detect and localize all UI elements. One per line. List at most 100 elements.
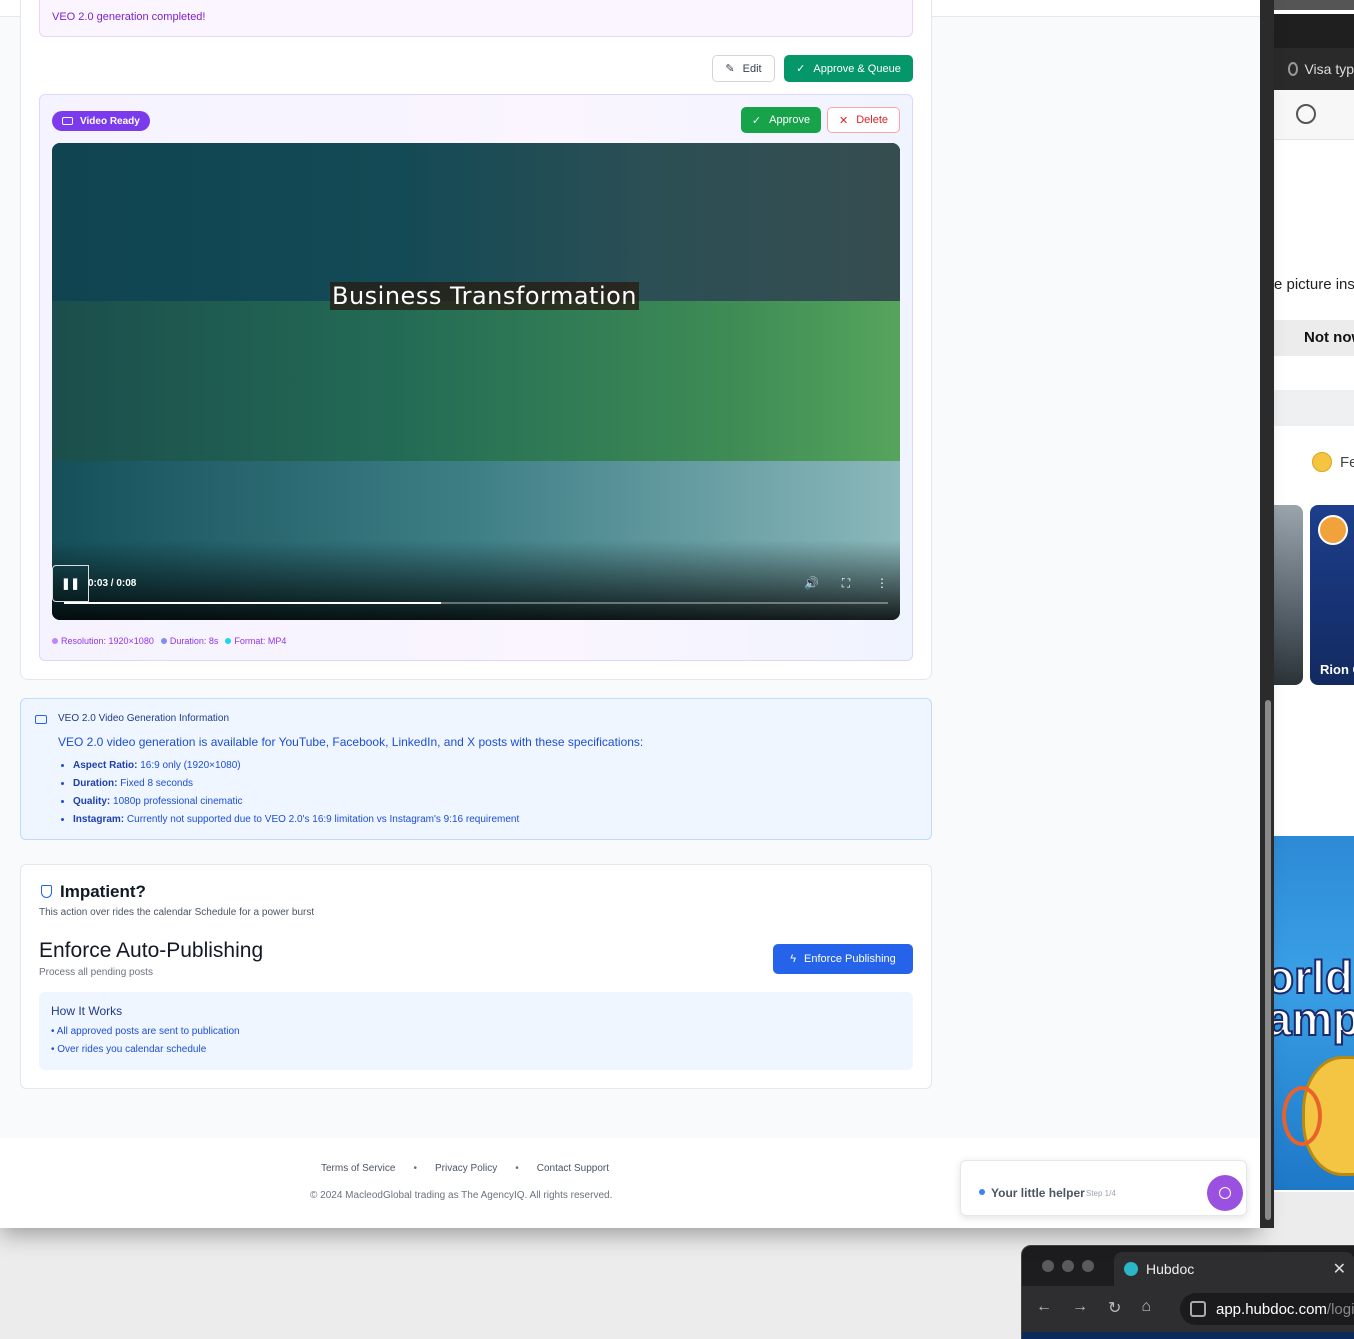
video-time: 0:03 / 0:08: [88, 578, 137, 589]
bg-not-now-bar[interactable]: Not now: [1274, 320, 1354, 356]
info-spec-list: Aspect Ratio: 16:9 only (1920×1080) Dura…: [58, 759, 519, 831]
volume-icon[interactable]: 🔊: [804, 576, 819, 591]
close-icon[interactable]: ✕: [1333, 1259, 1346, 1279]
video-ready-label: Video Ready: [80, 115, 140, 127]
helper-title: Your little helper: [991, 1186, 1085, 1200]
list-item: • All approved posts are sent to publica…: [51, 1026, 240, 1037]
account-icon[interactable]: [1296, 104, 1316, 124]
bg-feel-label: Fe: [1340, 453, 1354, 471]
bg-partial-text: e picture ins: [1274, 276, 1354, 293]
bg-window-titlebar: [1262, 14, 1354, 48]
hubdoc-favicon-icon: [1124, 1262, 1138, 1276]
impatient-card: Impatient? This action over rides the ca…: [20, 864, 932, 1089]
lightning-icon: ϟ: [790, 953, 797, 965]
hubdoc-tab-title: Hubdoc: [1146, 1261, 1195, 1277]
bg-window-tab[interactable]: Visa typ: [1262, 48, 1354, 90]
bg-post-image[interactable]: orld amp: [1262, 836, 1354, 1190]
generation-status-box: VEO 2.0 generation completed!: [39, 0, 913, 37]
list-item: Aspect Ratio: 16:9 only (1920×1080): [73, 759, 519, 777]
privacy-link[interactable]: Privacy Policy: [435, 1163, 497, 1174]
bg-feeling-row[interactable]: Fe: [1312, 452, 1354, 472]
meta-format: Format: MP4: [225, 636, 286, 646]
shield-icon: [41, 885, 52, 898]
video-progress-fill[interactable]: [64, 602, 441, 604]
bg-story-card[interactable]: Rion C: [1310, 505, 1354, 685]
window-controls[interactable]: [1042, 1260, 1094, 1272]
bg-image-text: orld amp: [1265, 951, 1354, 1045]
meta-dot: [225, 638, 232, 644]
video-camera-icon: [35, 715, 47, 724]
meta-dot: [160, 638, 167, 644]
video-ready-badge: Video Ready: [52, 111, 150, 131]
delete-label: Delete: [856, 114, 888, 126]
hubdoc-browser-window: Hubdoc ✕ ← → ↻ ⌂ app.hubdoc.com/logi: [1021, 1245, 1354, 1339]
footer-separator: •: [413, 1163, 417, 1174]
helper-widget[interactable]: Your little helper Step 1/4: [960, 1160, 1247, 1216]
enforce-publishing-button[interactable]: ϟ Enforce Publishing: [773, 944, 913, 974]
terms-link[interactable]: Terms of Service: [321, 1163, 395, 1174]
approve-button[interactable]: ✓ Approve: [741, 107, 821, 133]
scrollbar-thumb[interactable]: [1265, 700, 1271, 1220]
video-controls-shade: [52, 540, 900, 620]
hubdoc-tab[interactable]: Hubdoc ✕: [1114, 1252, 1354, 1286]
copyright-text: © 2024 MacleodGlobal trading as The Agen…: [310, 1190, 613, 1201]
edit-icon: ✎: [725, 63, 735, 75]
list-item: Quality: 1080p professional cinematic: [73, 795, 519, 813]
url-path: /logi: [1326, 1300, 1354, 1318]
bg-image-ring: [1282, 1086, 1322, 1146]
how-it-works-title: How It Works: [51, 1004, 123, 1018]
globe-icon: [1288, 62, 1299, 76]
forward-icon[interactable]: →: [1072, 1298, 1088, 1318]
site-settings-icon[interactable]: [1190, 1301, 1206, 1317]
smile-icon: [1312, 452, 1332, 472]
check-icon: ✓: [751, 114, 762, 127]
enforce-title: Enforce Auto-Publishing: [39, 939, 264, 962]
impatient-title: Impatient?: [60, 882, 146, 901]
bg-window-navbar: [1262, 90, 1354, 140]
footer-separator: •: [515, 1163, 519, 1174]
approve-queue-button[interactable]: ✓ Approve & Queue: [784, 55, 913, 82]
address-bar[interactable]: app.hubdoc.com/logi: [1180, 1293, 1354, 1325]
bg-tab-label: Visa typ: [1304, 61, 1354, 77]
edit-label: Edit: [742, 62, 762, 75]
how-it-works-box: How It Works • All approved posts are se…: [39, 992, 913, 1070]
chat-button[interactable]: [1207, 1175, 1243, 1211]
reload-icon[interactable]: ↻: [1108, 1298, 1121, 1318]
pause-icon: ❚❚: [61, 578, 80, 590]
impatient-subtitle: This action over rides the calendar Sche…: [39, 907, 315, 918]
main-app-window: VEO 2.0 generation completed! ✎ Edit ✓ A…: [0, 0, 1260, 1228]
more-options-icon[interactable]: ⋮: [876, 576, 888, 591]
browser-toolbar: ← → ↻ ⌂ app.hubdoc.com/logi: [1022, 1286, 1354, 1332]
info-title: VEO 2.0 Video Generation Information: [58, 713, 230, 724]
close-icon: ✕: [838, 114, 849, 127]
bg-strip: [1274, 390, 1354, 426]
edit-button[interactable]: ✎ Edit: [712, 55, 775, 82]
generation-status-text: VEO 2.0 generation completed!: [52, 11, 206, 23]
status-dot: [979, 1189, 985, 1195]
video-camera-icon: [62, 117, 73, 125]
back-icon[interactable]: ←: [1036, 1298, 1052, 1318]
video-player[interactable]: Business Transformation ❚❚ 0:03 / 0:08 🔊…: [52, 143, 900, 620]
info-lead: VEO 2.0 video generation is available fo…: [58, 735, 644, 749]
pause-button[interactable]: ❚❚: [52, 565, 89, 602]
url-host: app.hubdoc.com: [1216, 1300, 1327, 1318]
delete-button[interactable]: ✕ Delete: [827, 107, 900, 133]
home-icon[interactable]: ⌂: [1141, 1298, 1151, 1318]
video-frame-top: [52, 143, 900, 303]
approve-label: Approve: [769, 114, 811, 126]
list-item: • Over rides you calendar schedule: [51, 1044, 207, 1055]
bg-window-topbar: [1262, 0, 1354, 10]
enforce-publishing-label: Enforce Publishing: [804, 953, 896, 965]
veo-info-box: VEO 2.0 Video Generation Information VEO…: [20, 698, 932, 840]
contact-support-link[interactable]: Contact Support: [537, 1163, 609, 1174]
video-title-overlay: Business Transformation: [330, 282, 640, 310]
video-meta-row: Resolution: 1920×1080 Duration: 8s Forma…: [52, 636, 286, 646]
approve-queue-label: Approve & Queue: [813, 62, 901, 75]
check-icon: ✓: [796, 63, 806, 75]
enforce-subtitle: Process all pending posts: [39, 967, 153, 978]
hubdoc-page-strip: [1022, 1332, 1354, 1339]
not-now-button[interactable]: Not now: [1304, 329, 1354, 346]
fullscreen-icon[interactable]: ⛶: [840, 576, 852, 591]
meta-resolution: Resolution: 1920×1080: [52, 636, 154, 646]
chat-icon: [1219, 1187, 1231, 1199]
